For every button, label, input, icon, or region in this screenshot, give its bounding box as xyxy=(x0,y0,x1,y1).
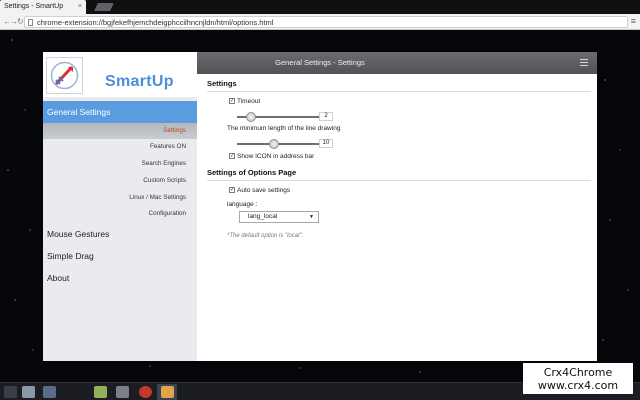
min-length-label: The minimum length of the line drawing xyxy=(227,125,341,132)
tab-close-icon[interactable]: × xyxy=(78,0,82,14)
sidebar-subitem-custom-scripts[interactable]: Custom Scripts xyxy=(43,173,197,189)
page-icon xyxy=(28,19,33,26)
sidebar-item-simple-drag[interactable]: Simple Drag xyxy=(43,245,197,267)
section-title-options-page: Settings of Options Page xyxy=(207,168,297,177)
active-window-icon[interactable] xyxy=(161,386,174,398)
show-icon-label: Show ICON in address bar xyxy=(237,153,315,160)
sidebar-item-general-settings[interactable]: General Settings xyxy=(43,101,197,123)
browser-menu-icon[interactable]: ≡ xyxy=(631,15,636,27)
sidebar: SmartUp General Settings Settings Featur… xyxy=(43,52,197,361)
autosave-label: Auto save settings xyxy=(237,187,291,194)
hamburger-menu-icon[interactable] xyxy=(580,59,588,66)
brand-block: SmartUp xyxy=(43,52,197,97)
show-icon-checkbox[interactable]: ✓ xyxy=(229,153,235,159)
start-icon[interactable] xyxy=(4,386,17,398)
smartup-logo xyxy=(46,57,83,94)
language-label: language : xyxy=(227,201,258,208)
sidebar-subitem-linux-mac-settings[interactable]: Linux / Mac Settings xyxy=(43,190,197,206)
folder-icon[interactable] xyxy=(43,386,56,398)
watermark-badge: Crx4Chrome www.crx4.com xyxy=(523,363,633,394)
timeout-slider[interactable] xyxy=(237,112,324,122)
timeout-checkbox[interactable]: ✓ xyxy=(229,98,235,104)
sidebar-subitem-features-on[interactable]: Features ON xyxy=(43,139,197,155)
media-player-icon[interactable] xyxy=(94,386,107,398)
file-explorer-icon[interactable] xyxy=(22,386,35,398)
min-length-slider[interactable] xyxy=(237,139,324,149)
watermark-line2: www.crx4.com xyxy=(537,379,619,392)
tab-settings-smartup[interactable]: Settings - SmartUp × xyxy=(0,0,86,14)
autosave-checkbox[interactable]: ✓ xyxy=(229,187,235,193)
timeout-label: Timeout xyxy=(237,98,261,105)
sidebar-item-about[interactable]: About xyxy=(43,267,197,289)
url-text: chrome-extension://bgjfekefhjemchdeigphc… xyxy=(37,18,274,27)
sidebar-subitem-configuration[interactable]: Configuration xyxy=(43,206,197,222)
language-selected-value: lang_local xyxy=(248,213,278,220)
address-bar: ← → ↻ chrome-extension://bgjfekefhjemchd… xyxy=(0,14,640,30)
section-title-settings: Settings xyxy=(207,79,237,88)
default-option-hint: *The default option is "local". xyxy=(227,233,304,239)
sidebar-item-mouse-gestures[interactable]: Mouse Gestures xyxy=(43,223,197,245)
tab-title: Settings - SmartUp xyxy=(4,3,64,10)
options-window: General Settings - Settings SmartUp Gene… xyxy=(43,52,597,361)
watermark-line1: Crx4Chrome xyxy=(543,366,613,379)
section-divider xyxy=(207,180,591,181)
timeout-value: 2 xyxy=(319,112,333,121)
timeout-slider-thumb[interactable] xyxy=(246,112,257,122)
url-input[interactable]: chrome-extension://bgjfekefhjemchdeigphc… xyxy=(24,16,628,28)
smartup-logo-icon xyxy=(50,61,79,90)
language-select[interactable]: lang_local ▼ xyxy=(239,211,319,223)
reload-icon[interactable]: ↻ xyxy=(17,16,24,28)
settings-icon[interactable] xyxy=(116,386,129,398)
new-tab-button[interactable] xyxy=(94,3,114,11)
brand-name: SmartUp xyxy=(105,73,174,90)
chevron-down-icon: ▼ xyxy=(309,214,314,220)
chrome-icon[interactable] xyxy=(139,386,152,398)
sidebar-subitem-settings[interactable]: Settings xyxy=(43,123,197,139)
min-length-slider-thumb[interactable] xyxy=(269,139,280,149)
section-divider xyxy=(207,91,591,92)
tab-strip: Settings - SmartUp × xyxy=(0,0,640,14)
min-length-value: 10 xyxy=(319,139,333,148)
sidebar-subitem-search-engines[interactable]: Search Engines xyxy=(43,156,197,172)
